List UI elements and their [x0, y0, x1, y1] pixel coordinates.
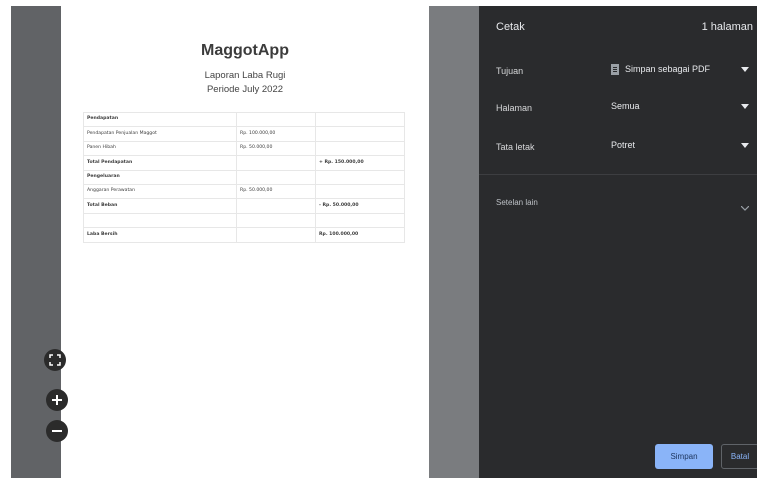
divider [479, 174, 757, 175]
row-label-cell: Panen Hibah [83, 140, 237, 157]
page-preview: MaggotApp Laporan Laba Rugi Periode July… [61, 6, 429, 478]
row-total-cell [315, 212, 405, 229]
document-report-title: Laporan Laba Rugi [204, 70, 286, 81]
row-subtotal-cell [236, 227, 316, 243]
destination-value: Simpan sebagai PDF [625, 64, 711, 74]
cancel-button[interactable]: Batal [721, 444, 757, 469]
table-row: Pendapatan [83, 111, 405, 128]
row-total-cell [315, 169, 405, 185]
page-count: 1 halaman [701, 21, 753, 33]
save-button[interactable]: Simpan [655, 444, 713, 469]
pages-select[interactable]: Semua [605, 93, 753, 119]
chevron-down-icon [737, 142, 753, 148]
row-label-cell: Pendapatan [83, 111, 237, 128]
pages-label: Halaman [496, 103, 533, 113]
table-row: Pengeluaran [83, 169, 405, 185]
pages-value: Semua [611, 101, 640, 111]
zoom-in-icon [52, 395, 62, 405]
table-row: Panen Hibah Rp. 50.000,00 [83, 140, 405, 157]
fit-to-page-button[interactable] [44, 349, 66, 371]
row-label-cell: Total Pendapatan [83, 155, 237, 171]
row-subtotal-cell [236, 111, 316, 128]
row-label-cell [83, 212, 237, 229]
row-subtotal-cell [236, 198, 316, 214]
chevron-down-icon [737, 103, 753, 109]
row-label-cell: Total Beban [83, 198, 237, 214]
chevron-down-icon [737, 66, 753, 72]
report-table: Pendapatan Pendapatan Penjualan Maggot Rp.… [83, 111, 405, 243]
row-subtotal-cell: Rp. 50.000,00 [236, 140, 316, 157]
row-total-cell: - Rp. 50.000,00 [315, 198, 405, 214]
more-settings-toggle[interactable]: Setelan lain [496, 198, 538, 207]
table-row [83, 212, 405, 229]
table-row: Total Beban - Rp. 50.000,00 [83, 198, 405, 214]
table-row: Pendapatan Penjualan Maggot Rp. 100.000,0… [83, 126, 405, 142]
row-total-cell [315, 111, 405, 128]
zoom-out-icon [52, 430, 62, 432]
layout-value: Potret [611, 140, 636, 150]
row-label-cell: Laba Bersih [83, 227, 237, 243]
zoom-in-button[interactable] [46, 389, 68, 411]
document-period: Periode July 2022 [206, 84, 284, 95]
row-total-cell: + Rp. 150.000,00 [315, 155, 405, 171]
preview-margin-strip [429, 6, 479, 478]
layout-select[interactable]: Potret [605, 132, 753, 158]
row-total-cell [315, 140, 405, 157]
row-subtotal-cell [236, 155, 316, 171]
layout-label: Tata letak [496, 142, 535, 152]
row-total-cell [315, 183, 405, 200]
print-settings-panel: Cetak 1 halaman Tujuan Simpan sebagai PD… [479, 6, 757, 478]
row-subtotal-cell [236, 169, 316, 185]
row-label-cell: Pengeluaran [83, 169, 237, 185]
table-row: Anggaran Perawatan Rp. 50.000,00 [83, 183, 405, 200]
destination-select[interactable]: Simpan sebagai PDF [605, 56, 753, 82]
print-preview-area[interactable]: MaggotApp Laporan Laba Rugi Periode July… [11, 6, 479, 478]
row-subtotal-cell: Rp. 50.000,00 [236, 183, 316, 200]
row-label-cell: Anggaran Perawatan [83, 183, 237, 200]
row-subtotal-cell: Rp. 100.000,00 [236, 126, 316, 142]
print-dialog: MaggotApp Laporan Laba Rugi Periode July… [11, 6, 757, 478]
table-row: Total Pendapatan + Rp. 150.000,00 [83, 155, 405, 171]
pdf-file-icon [611, 63, 619, 75]
chevron-down-icon[interactable] [740, 198, 750, 216]
table-row: Laba Bersih Rp. 100.000,00 [83, 227, 405, 243]
row-label-cell: Pendapatan Penjualan Maggot [83, 126, 237, 142]
fit-to-page-icon [49, 354, 61, 366]
document-app-name: MaggotApp [201, 42, 289, 59]
zoom-out-button[interactable] [46, 420, 68, 442]
row-total-cell: Rp. 100.000,00 [315, 227, 405, 243]
row-total-cell [315, 126, 405, 142]
row-subtotal-cell [236, 212, 316, 229]
destination-label: Tujuan [496, 66, 524, 76]
panel-title: Cetak [496, 21, 525, 33]
